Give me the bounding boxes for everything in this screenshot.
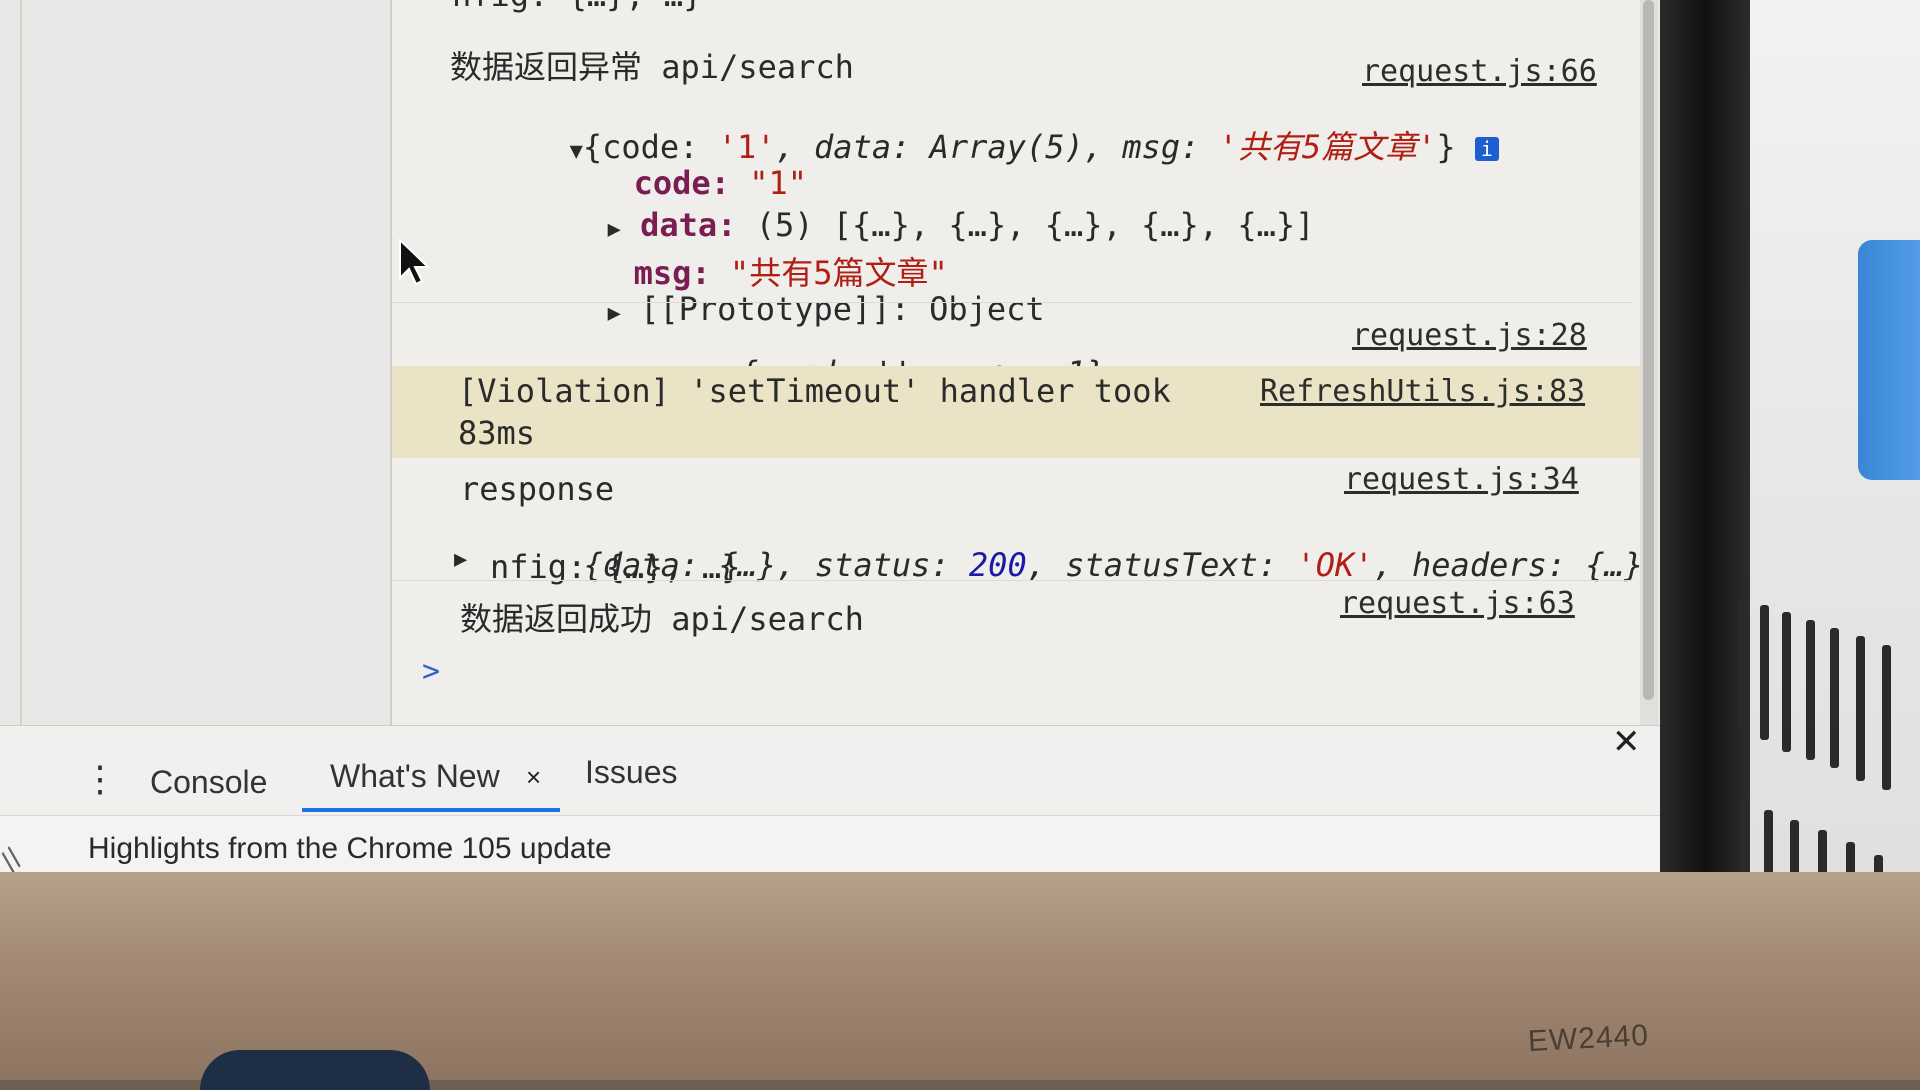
tab-console[interactable]: Console — [150, 764, 267, 801]
close-drawer-icon[interactable]: ✕ — [1612, 722, 1641, 762]
highlights-heading[interactable]: Highlights from the Chrome 105 update — [88, 832, 612, 866]
sources-sidebar — [0, 0, 392, 725]
log-label-success: 数据返回成功 api/search — [460, 600, 864, 638]
source-link-request-28[interactable]: request.js:28 — [1352, 318, 1587, 353]
vent-slot — [1782, 612, 1791, 752]
source-link-request-34[interactable]: request.js:34 — [1344, 462, 1579, 497]
vent-slot — [1856, 636, 1865, 781]
more-options-icon[interactable]: ⋮ — [82, 758, 118, 800]
vent-slot — [1806, 620, 1815, 760]
truncated-log-line: nfig: {…}, …} — [452, 0, 702, 14]
monitor-model-label: EW2440 — [1527, 1018, 1650, 1059]
log-label-error: 数据返回异常 api/search — [450, 48, 854, 86]
vent-slot — [1830, 628, 1839, 768]
expand-arrow-icon[interactable]: ▶ — [454, 536, 467, 574]
vent-slot — [1882, 645, 1891, 790]
vent-slot — [1760, 605, 1769, 740]
blue-object — [1858, 240, 1920, 480]
whats-new-panel: // Highlights from the Chrome 105 update — [0, 815, 1660, 880]
tab-close-icon[interactable]: × — [526, 762, 541, 793]
info-icon[interactable]: i — [1474, 137, 1499, 161]
scrollbar-thumb[interactable] — [1643, 0, 1654, 700]
devtools-screen: nfig: {…}, …} 数据返回异常 api/search request.… — [0, 0, 1660, 880]
console-output[interactable]: nfig: {…}, …} 数据返回异常 api/search request.… — [392, 0, 1660, 725]
tab-issues[interactable]: Issues — [585, 754, 677, 791]
drawer-tab-bar: ⋮ Console What's New × Issues — [0, 725, 1660, 816]
log-label-response: response — [460, 470, 615, 508]
desk-object — [200, 1050, 430, 1090]
console-prompt[interactable]: > — [422, 654, 440, 689]
mouse-cursor-icon — [399, 238, 431, 286]
sidebar-divider — [20, 0, 22, 725]
log-separator — [392, 302, 1632, 303]
tab-whats-new[interactable]: What's New — [330, 758, 500, 795]
monitor-bezel — [1660, 0, 1750, 880]
violation-duration: 83ms — [458, 414, 536, 452]
source-link-refreshutils[interactable]: RefreshUtils.js:83 — [1260, 374, 1585, 409]
source-link-request-63[interactable]: request.js:63 — [1340, 586, 1575, 621]
log-separator — [392, 580, 1632, 581]
active-tab-indicator — [302, 808, 560, 812]
vent-slot — [1738, 600, 1747, 730]
violation-text: [Violation] 'setTimeout' handler took — [458, 372, 1171, 410]
monitor-chin: EW2440 — [0, 872, 1920, 1080]
